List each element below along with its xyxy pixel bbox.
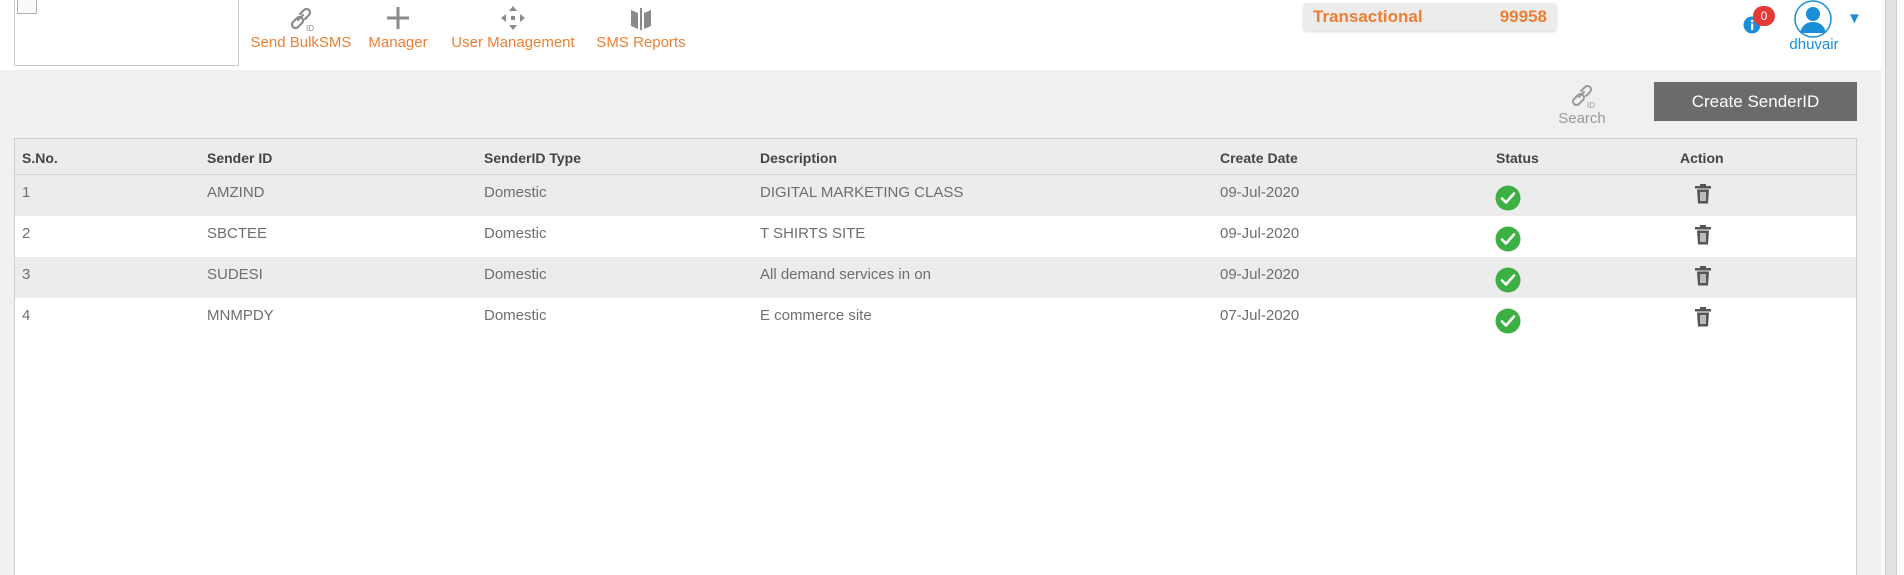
table-row: 1 AMZIND Domestic DIGITAL MARKETING CLAS… [15, 175, 1856, 216]
cell-sender-id: SUDESI [207, 266, 263, 283]
column-header-senderid-type: SenderID Type [484, 150, 581, 166]
page-scrollbar[interactable] [1881, 0, 1904, 575]
nav-label: Manager [368, 34, 428, 51]
broken-image-icon [17, 0, 37, 14]
svg-text:ID: ID [306, 24, 314, 33]
delete-icon[interactable] [1694, 266, 1712, 286]
cell-type: Domestic [484, 307, 547, 324]
cell-type: Domestic [484, 266, 547, 283]
table-header: S.No. Sender ID SenderID Type Descriptio… [15, 139, 1856, 175]
cell-description: E commerce site [760, 307, 872, 324]
column-header-action: Action [1680, 150, 1724, 166]
column-header-create-date: Create Date [1220, 150, 1298, 166]
cell-sno: 2 [22, 225, 31, 242]
cell-sno: 3 [22, 266, 31, 283]
cell-sender-id: SBCTEE [207, 225, 268, 242]
column-header-sender-id: Sender ID [207, 150, 273, 166]
nav-label: SMS Reports [596, 34, 686, 51]
balance-indicator: Transactional 99958 [1303, 3, 1557, 31]
nav-label: Send BulkSMS [250, 34, 352, 51]
table-row: 2 SBCTEE Domestic T SHIRTS SITE 09-Jul-2… [15, 216, 1856, 257]
balance-value: 99958 [1499, 7, 1547, 26]
nav-user-management[interactable]: User Management [450, 0, 576, 60]
status-active-icon [1495, 267, 1521, 293]
column-header-status: Status [1496, 150, 1539, 166]
cell-description: All demand services in on [760, 266, 931, 283]
delete-icon[interactable] [1694, 225, 1712, 245]
cell-create-date: 09-Jul-2020 [1220, 266, 1300, 283]
search-label: Search [1558, 110, 1606, 127]
cell-create-date: 09-Jul-2020 [1220, 225, 1300, 242]
username: dhuvair [1789, 36, 1839, 53]
top-header: ID Send BulkSMS Manager User Management [0, 0, 1904, 70]
nav-manager[interactable]: Manager [366, 0, 430, 60]
chevron-down-icon: ▼ [1847, 10, 1862, 27]
column-header-description: Description [760, 150, 838, 166]
status-active-icon [1495, 308, 1521, 334]
plus-icon [387, 7, 409, 29]
cell-type: Domestic [484, 225, 547, 242]
search-button[interactable]: ID Search [1552, 80, 1612, 132]
cell-sender-id: AMZIND [207, 184, 265, 201]
cell-sno: 4 [22, 307, 31, 324]
scrollbar-thumb[interactable] [1885, 0, 1897, 575]
users-move-icon [501, 6, 525, 30]
status-active-icon [1495, 226, 1521, 252]
delete-icon[interactable] [1694, 307, 1712, 327]
notification-badge: 0 [1753, 6, 1775, 26]
user-menu[interactable]: ▼ dhuvair [1789, 0, 1890, 56]
svg-text:ID: ID [1587, 101, 1595, 110]
nav-send-bulksms[interactable]: ID Send BulkSMS [250, 0, 352, 60]
reports-icon [631, 8, 651, 30]
table-row: 3 SUDESI Domestic All demand services in… [15, 257, 1856, 298]
balance-label: Transactional [1313, 7, 1423, 26]
status-active-icon [1495, 185, 1521, 211]
table-row: 4 MNMPDY Domestic E commerce site 07-Jul… [15, 298, 1856, 339]
cell-create-date: 07-Jul-2020 [1220, 307, 1300, 324]
column-header-sno: S.No. [22, 150, 58, 166]
nav-sms-reports[interactable]: SMS Reports [596, 0, 686, 60]
delete-icon[interactable] [1694, 184, 1712, 204]
nav-label: User Management [451, 34, 575, 51]
cell-type: Domestic [484, 184, 547, 201]
logo[interactable] [14, 0, 239, 66]
cell-description: T SHIRTS SITE [760, 225, 866, 242]
cell-description: DIGITAL MARKETING CLASS [760, 184, 964, 201]
avatar-icon [1794, 0, 1832, 38]
cell-sender-id: MNMPDY [207, 307, 274, 324]
senderid-icon: ID [290, 7, 314, 33]
notifications[interactable]: 0 [1740, 6, 1780, 38]
create-senderid-button[interactable]: Create SenderID [1654, 82, 1857, 121]
cell-sno: 1 [22, 184, 31, 201]
senderid-icon: ID [1571, 84, 1595, 110]
senderid-table: S.No. Sender ID SenderID Type Descriptio… [14, 138, 1857, 575]
cell-create-date: 09-Jul-2020 [1220, 184, 1300, 201]
